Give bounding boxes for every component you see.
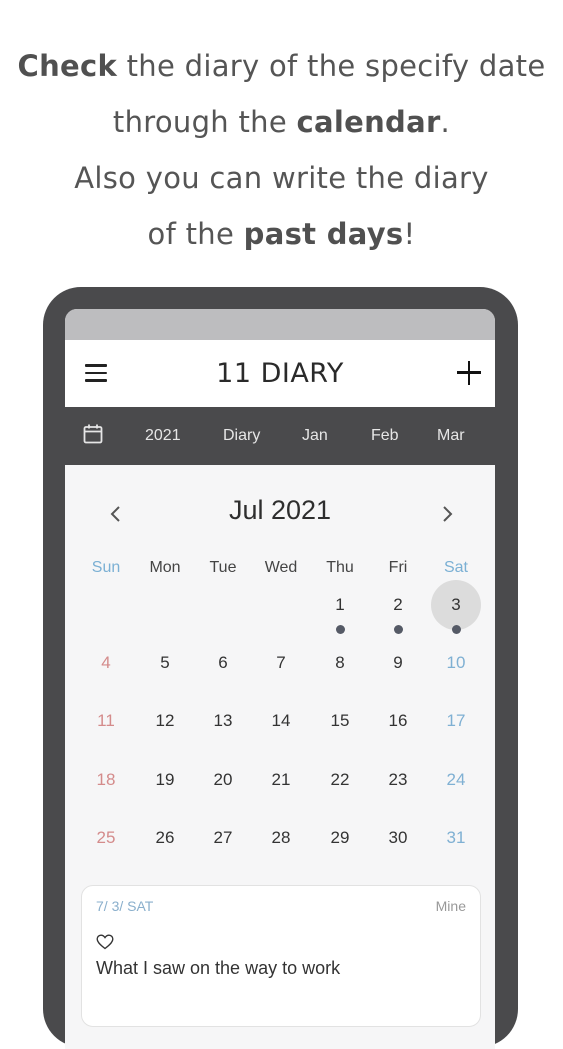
calendar-day-15[interactable]: 15	[315, 696, 365, 746]
headline-bold-calendar: calendar	[296, 105, 441, 139]
headline-line-3: Also you can write the diary	[74, 161, 489, 195]
calendar-grid: 1 2 3 4 5 6 7 8 9 10 11 12 13 14 15 16 17 18 19 20 21 22 23 24 2…	[65, 309, 495, 909]
calendar-day-2[interactable]: 2	[373, 580, 423, 630]
headline-bold-check: Check	[17, 49, 118, 83]
calendar-day-3[interactable]: 3	[431, 580, 481, 630]
entry-owner: Mine	[435, 898, 466, 914]
headline-text: the diary of the specify date	[117, 49, 546, 83]
calendar-day-13[interactable]: 13	[198, 696, 248, 746]
entry-date: 7/ 3/ SAT	[96, 898, 154, 914]
entry-indicator-dot	[393, 625, 403, 634]
calendar-day-31[interactable]: 31	[431, 813, 481, 863]
headline-text: of the	[147, 217, 244, 251]
calendar-day-25[interactable]: 25	[81, 813, 131, 863]
calendar-day-9[interactable]: 9	[373, 638, 423, 688]
calendar-day-29[interactable]: 29	[315, 813, 365, 863]
calendar-day-5[interactable]: 5	[140, 638, 190, 688]
calendar-day-21[interactable]: 21	[256, 755, 306, 805]
calendar-day-7[interactable]: 7	[256, 638, 306, 688]
calendar-day-18[interactable]: 18	[81, 755, 131, 805]
heart-outline-icon	[96, 934, 114, 950]
promo-headline: Check the diary of the specify date thro…	[0, 38, 563, 262]
calendar-day-8[interactable]: 8	[315, 638, 365, 688]
calendar-day-27[interactable]: 27	[198, 813, 248, 863]
calendar-day-14[interactable]: 14	[256, 696, 306, 746]
headline-bold-past-days: past days	[243, 217, 404, 251]
calendar-day-26[interactable]: 26	[140, 813, 190, 863]
calendar-day-12[interactable]: 12	[140, 696, 190, 746]
calendar-day-24[interactable]: 24	[431, 755, 481, 805]
headline-line-4: of the past days!	[0, 206, 563, 262]
entry-indicator-dot	[335, 625, 345, 634]
app-screen: 11 DIARY 2021 Diary Jan Feb Mar Jul 2021	[65, 309, 495, 1049]
entry-indicator-dot	[451, 625, 461, 634]
headline-text: .	[440, 105, 451, 139]
calendar-day-1[interactable]: 1	[315, 580, 365, 630]
diary-entry-card[interactable]: 7/ 3/ SAT Mine What I saw on the way to …	[81, 885, 481, 1027]
calendar-day-22[interactable]: 22	[315, 755, 365, 805]
calendar-day-11[interactable]: 11	[81, 696, 131, 746]
calendar-day-10[interactable]: 10	[431, 638, 481, 688]
entry-text: What I saw on the way to work	[96, 958, 341, 978]
headline-text: through the	[112, 105, 297, 139]
headline-line-1: Check the diary of the specify date	[0, 38, 563, 94]
headline-line-2: through the calendar.	[0, 94, 563, 150]
calendar-day-28[interactable]: 28	[256, 813, 306, 863]
calendar-day-17[interactable]: 17	[431, 696, 481, 746]
calendar-day-30[interactable]: 30	[373, 813, 423, 863]
calendar-day-20[interactable]: 20	[198, 755, 248, 805]
calendar-day-19[interactable]: 19	[140, 755, 190, 805]
calendar-day-23[interactable]: 23	[373, 755, 423, 805]
calendar-day-6[interactable]: 6	[198, 638, 248, 688]
calendar-day-16[interactable]: 16	[373, 696, 423, 746]
headline-text: !	[403, 217, 416, 251]
calendar-day-4[interactable]: 4	[81, 638, 131, 688]
phone-frame: 11 DIARY 2021 Diary Jan Feb Mar Jul 2021	[43, 287, 518, 1049]
